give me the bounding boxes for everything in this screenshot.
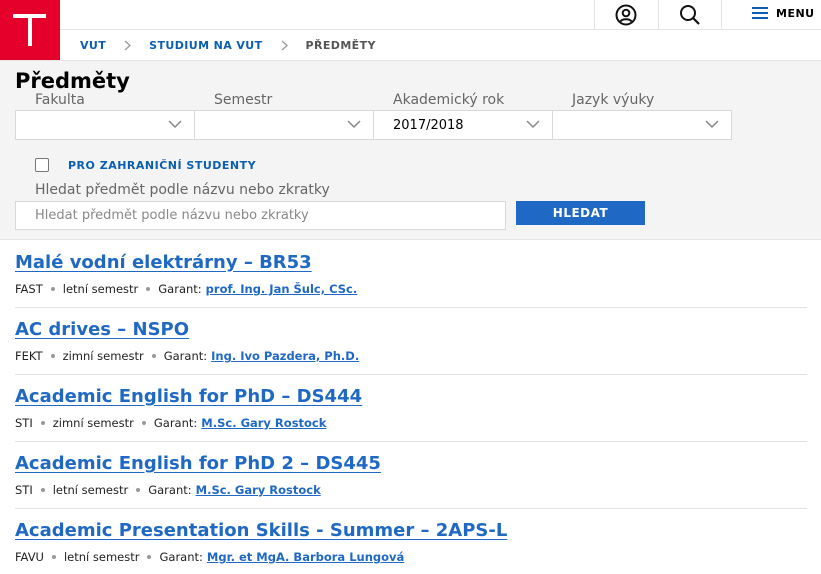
garant-label: Garant: xyxy=(163,349,208,363)
separator-dot xyxy=(50,287,55,291)
course-faculty: STI xyxy=(15,483,33,497)
separator-dot xyxy=(141,421,146,425)
search-input[interactable] xyxy=(15,201,506,230)
course-semester: zimní semestr xyxy=(52,416,134,430)
garant-link[interactable]: prof. Ing. Jan Šulc, CSc. xyxy=(206,282,358,296)
garant-link[interactable]: Mgr. et MgA. Barbora Lungová xyxy=(207,550,404,564)
course-title-link[interactable]: AC drives – NSPO xyxy=(15,319,189,340)
course-semester: zimní semestr xyxy=(62,349,144,363)
chevron-down-icon xyxy=(347,120,361,129)
course-title-link[interactable]: Academic English for PhD – DS444 xyxy=(15,386,362,407)
course-semester: letní semestr xyxy=(63,550,140,564)
list-item: Academic English for PhD – DS444 STI zim… xyxy=(15,375,807,442)
chevron-down-icon xyxy=(168,120,182,129)
language-label: Jazyk výuky xyxy=(572,92,655,108)
hamburger-icon xyxy=(752,4,768,23)
separator-dot xyxy=(50,354,55,358)
course-title-link[interactable]: Academic English for PhD 2 – DS445 xyxy=(15,453,381,474)
course-faculty: STI xyxy=(15,416,33,430)
user-account-icon[interactable] xyxy=(594,0,658,30)
foreign-students-label[interactable]: PRO ZAHRANIČNÍ STUDENTY xyxy=(68,159,256,172)
search-button[interactable]: HLEDAT xyxy=(516,201,645,225)
garant-link[interactable]: M.Sc. Gary Rostock xyxy=(201,416,326,430)
garant-label: Garant: xyxy=(159,550,203,564)
filter-panel: Předměty Fakulta Semestr Akademický rok … xyxy=(0,60,821,240)
academic-year-select[interactable]: 2017/2018 xyxy=(373,110,553,140)
course-faculty: FAVU xyxy=(15,550,44,564)
garant-label: Garant: xyxy=(148,483,192,497)
academic-year-label: Akademický rok xyxy=(393,92,505,108)
garant-link[interactable]: M.Sc. Gary Rostock xyxy=(196,483,321,497)
list-item: AC drives – NSPO FEKT zimní semestr Gara… xyxy=(15,308,807,375)
breadcrumb-studium[interactable]: STUDIUM NA VUT xyxy=(149,39,262,52)
separator-dot xyxy=(151,354,156,358)
course-title-link[interactable]: Malé vodní elektrárny – BR53 xyxy=(15,252,312,273)
menu-button[interactable]: MENU xyxy=(752,0,815,26)
list-item: Academic English for PhD 2 – DS445 STI l… xyxy=(15,442,807,509)
top-bar: MENU xyxy=(60,0,821,30)
page-title: Předměty xyxy=(15,69,130,93)
foreign-students-checkbox[interactable] xyxy=(35,158,49,172)
separator-dot xyxy=(146,287,151,291)
list-item: Academic Presentation Skills - Summer – … xyxy=(15,509,807,574)
semester-label: Semestr xyxy=(214,92,273,108)
course-meta: FAVU letní semestr Garant: Mgr. et MgA. … xyxy=(15,550,404,564)
separator-dot xyxy=(51,555,56,559)
chevron-down-icon xyxy=(526,120,540,129)
course-faculty: FAST xyxy=(15,282,43,296)
separator-dot xyxy=(40,488,45,492)
garant-link[interactable]: Ing. Ivo Pazdera, Ph.D. xyxy=(211,349,359,363)
breadcrumb-vut[interactable]: VUT xyxy=(80,39,106,52)
separator-dot xyxy=(147,555,152,559)
chevron-right-icon xyxy=(124,40,132,51)
course-title-link[interactable]: Academic Presentation Skills - Summer – … xyxy=(15,520,507,541)
chevron-right-icon xyxy=(281,40,288,51)
course-faculty: FEKT xyxy=(15,349,43,363)
search-icon[interactable] xyxy=(658,0,721,30)
course-meta: STI letní semestr Garant: M.Sc. Gary Ros… xyxy=(15,483,321,497)
list-item: Malé vodní elektrárny – BR53 FAST letní … xyxy=(15,241,807,308)
semester-select[interactable] xyxy=(194,110,374,140)
course-meta: STI zimní semestr Garant: M.Sc. Gary Ros… xyxy=(15,416,326,430)
garant-label: Garant: xyxy=(153,416,198,430)
course-semester: letní semestr xyxy=(62,282,139,296)
faculty-label: Fakulta xyxy=(35,92,85,108)
separator-dot xyxy=(136,488,141,492)
course-semester: letní semestr xyxy=(52,483,129,497)
separator-dot xyxy=(40,421,45,425)
menu-label: MENU xyxy=(776,6,815,20)
faculty-select[interactable] xyxy=(15,110,195,140)
breadcrumb-predmety: PŘEDMĚTY xyxy=(305,39,376,52)
language-select[interactable] xyxy=(552,110,732,140)
chevron-down-icon xyxy=(705,120,719,129)
course-list: Malé vodní elektrárny – BR53 FAST letní … xyxy=(15,241,807,574)
course-meta: FAST letní semestr Garant: prof. Ing. Ja… xyxy=(15,282,357,296)
vut-logo[interactable] xyxy=(0,0,60,60)
garant-label: Garant: xyxy=(158,282,202,296)
breadcrumb: VUT STUDIUM NA VUT PŘEDMĚTY xyxy=(60,31,821,60)
course-meta: FEKT zimní semestr Garant: Ing. Ivo Pazd… xyxy=(15,349,359,363)
academic-year-value: 2017/2018 xyxy=(393,117,464,133)
search-label: Hledat předmět podle názvu nebo zkratky xyxy=(35,182,330,198)
